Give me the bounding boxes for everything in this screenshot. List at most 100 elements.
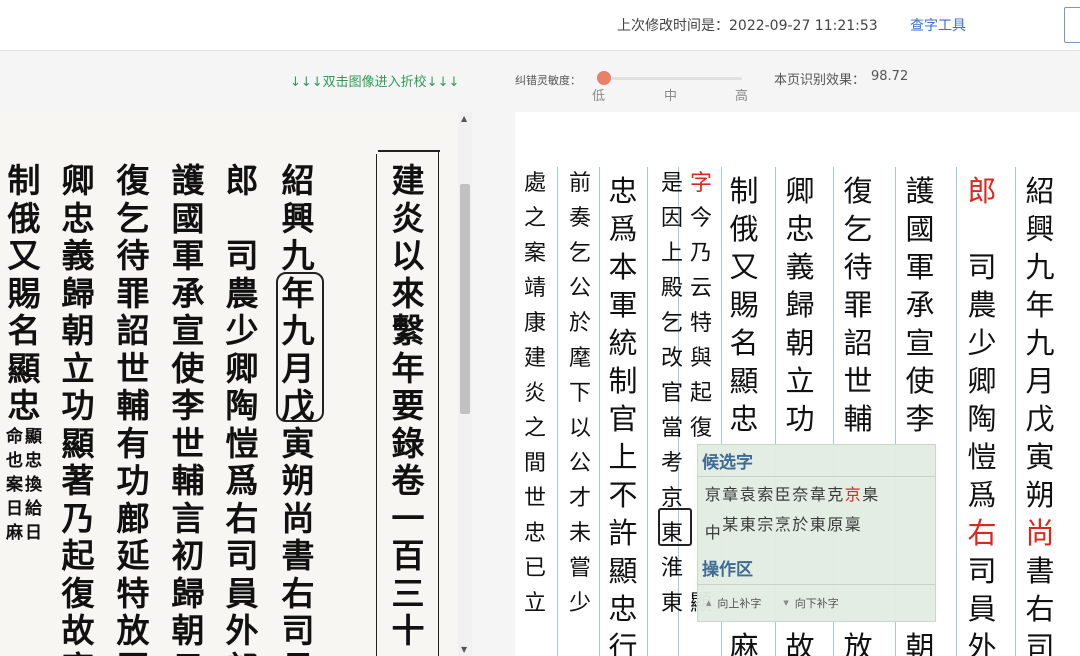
text-char[interactable] [967, 210, 996, 248]
text-char[interactable]: 殿 [661, 271, 683, 306]
text-char[interactable]: 之 [524, 411, 546, 446]
text-char[interactable]: 國 [905, 210, 934, 248]
sensitivity-slider-track[interactable] [604, 77, 742, 80]
scrollbar-thumb[interactable] [460, 184, 470, 414]
scroll-down-icon[interactable]: ▼ [461, 645, 467, 654]
text-char[interactable]: 功 [785, 400, 814, 438]
text-char[interactable]: 特 [690, 306, 712, 341]
text-char[interactable]: 卿 [967, 362, 996, 400]
text-char[interactable]: 司 [1025, 628, 1054, 656]
text-char[interactable]: 朔 [1025, 476, 1054, 514]
text-char[interactable]: 行 [608, 628, 637, 656]
text-char[interactable]: 輔 [843, 400, 872, 438]
text-char[interactable]: 卿 [785, 172, 814, 210]
text-char[interactable]: 乞 [843, 210, 872, 248]
text-char[interactable]: 顯 [729, 362, 758, 400]
text-char[interactable]: 罪 [843, 286, 872, 324]
candidate-char[interactable]: 於 [792, 511, 810, 543]
text-char[interactable]: 農 [967, 286, 996, 324]
text-char[interactable]: 寅 [1025, 438, 1054, 476]
text-char[interactable]: 護 [905, 172, 934, 210]
text-char[interactable]: 起 [690, 376, 712, 411]
candidate-char[interactable]: 東 [739, 511, 757, 543]
candidate-char[interactable]: 京 [844, 481, 862, 505]
candidate-char[interactable]: 烹 [774, 511, 792, 543]
text-char[interactable]: 少 [569, 586, 591, 621]
text-char[interactable]: 統 [608, 324, 637, 362]
text-char[interactable]: 乞 [569, 236, 591, 271]
text-char[interactable]: 陶 [967, 400, 996, 438]
text-char[interactable]: 麾 [569, 341, 591, 376]
text-char[interactable]: 云 [690, 271, 712, 306]
text-char[interactable]: 歸 [785, 286, 814, 324]
text-char[interactable]: 故 [785, 628, 814, 656]
selected-char-outline[interactable] [658, 508, 692, 546]
candidate-char[interactable]: 東 [809, 511, 827, 543]
text-char[interactable]: 爲 [967, 476, 996, 514]
text-char[interactable]: 外 [967, 628, 996, 656]
candidate-char[interactable]: 索 [757, 481, 775, 505]
text-char[interactable]: 上 [608, 438, 637, 476]
text-char[interactable]: 炎 [524, 376, 546, 411]
candidate-char[interactable]: 宗 [757, 511, 775, 543]
text-char[interactable]: 字 [690, 166, 712, 201]
text-char[interactable]: 爲 [608, 210, 637, 248]
text-char[interactable]: 九 [1025, 248, 1054, 286]
candidate-char[interactable]: 臬 [862, 481, 880, 505]
text-char[interactable]: 郎 [967, 172, 996, 210]
text-char[interactable]: 與 [690, 341, 712, 376]
text-char[interactable]: 今 [690, 201, 712, 236]
text-char[interactable]: 朝 [785, 324, 814, 362]
text-char[interactable]: 尚 [1025, 514, 1054, 552]
text-char[interactable]: 少 [967, 324, 996, 362]
text-char[interactable]: 制 [729, 172, 758, 210]
text-char[interactable]: 忠 [608, 590, 637, 628]
text-char[interactable]: 復 [690, 411, 712, 446]
text-char[interactable]: 忠 [608, 172, 637, 210]
text-char[interactable]: 立 [524, 586, 546, 621]
candidate-char[interactable]: 中 [704, 519, 722, 543]
text-char[interactable]: 未 [569, 516, 591, 551]
scan-scrollbar[interactable]: ▲ ▼ [458, 112, 472, 656]
text-char[interactable]: 朝 [905, 628, 934, 656]
text-char[interactable]: 司 [967, 552, 996, 590]
text-char[interactable]: 年 [1025, 286, 1054, 324]
text-char[interactable]: 右 [1025, 590, 1054, 628]
text-char[interactable]: 建 [524, 341, 546, 376]
text-char[interactable]: 官 [661, 376, 683, 411]
text-char[interactable]: 康 [524, 306, 546, 341]
text-char[interactable]: 東 [661, 586, 683, 621]
text-char[interactable]: 義 [785, 248, 814, 286]
text-char[interactable]: 使 [905, 362, 934, 400]
text-char[interactable]: 乞 [661, 306, 683, 341]
text-char[interactable]: 月 [1025, 362, 1054, 400]
text-char[interactable]: 案 [524, 236, 546, 271]
text-char[interactable]: 公 [569, 446, 591, 481]
text-char[interactable]: 許 [608, 514, 637, 552]
text-char[interactable]: 俄 [729, 210, 758, 248]
text-char[interactable]: 承 [905, 286, 934, 324]
text-char[interactable]: 興 [1025, 210, 1054, 248]
text-char[interactable]: 淮 [661, 551, 683, 586]
text-char[interactable]: 愷 [967, 438, 996, 476]
text-char[interactable]: 戊 [1025, 400, 1054, 438]
text-char[interactable]: 復 [843, 172, 872, 210]
text-char[interactable]: 嘗 [569, 551, 591, 586]
fill-up-button[interactable]: ▲ 向上补字 [706, 595, 761, 611]
text-char[interactable]: 賜 [729, 286, 758, 324]
top-right-button[interactable] [1064, 7, 1080, 43]
text-char[interactable]: 忠 [729, 400, 758, 438]
text-char[interactable]: 世 [524, 481, 546, 516]
text-char[interactable]: 公 [569, 271, 591, 306]
text-char[interactable]: 李 [905, 400, 934, 438]
scroll-up-icon[interactable]: ▲ [461, 114, 467, 123]
text-char[interactable]: 制 [608, 362, 637, 400]
sensitivity-slider-handle[interactable] [597, 71, 611, 85]
text-char[interactable]: 忠 [524, 516, 546, 551]
candidate-char[interactable]: 臣 [774, 481, 792, 505]
text-char[interactable]: 麻 [729, 628, 758, 656]
text-char[interactable]: 因 [661, 201, 683, 236]
candidate-char[interactable]: 亰 [704, 481, 722, 505]
text-char[interactable]: 書 [1025, 552, 1054, 590]
text-char[interactable]: 當 [661, 411, 683, 446]
